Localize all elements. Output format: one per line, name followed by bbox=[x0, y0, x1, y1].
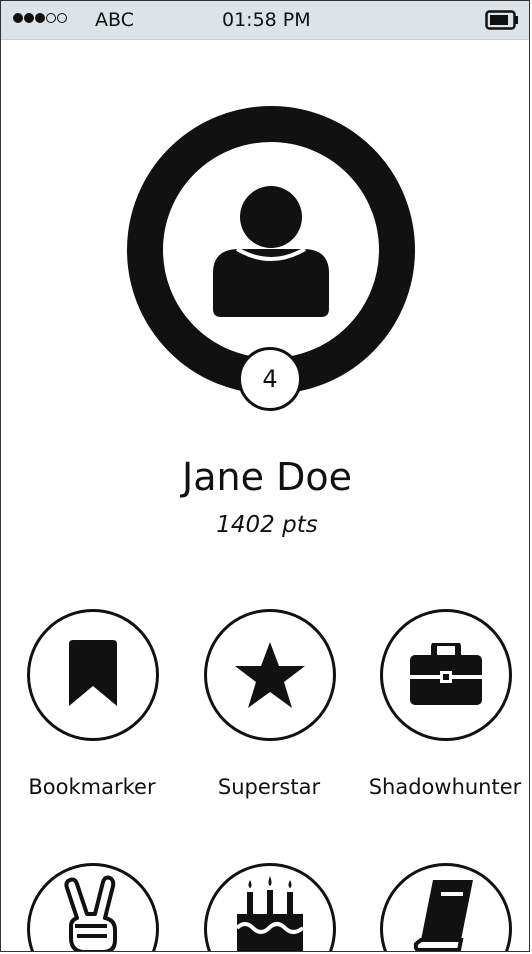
phone-screen: ABC 01:58 PM 4 Jane Doe 1402 pts Bookmar… bbox=[0, 0, 530, 952]
badge-birthday[interactable] bbox=[204, 863, 336, 951]
badge-shadowhunter[interactable] bbox=[380, 609, 512, 741]
level-badge: 4 bbox=[238, 347, 302, 411]
badge-reader[interactable] bbox=[380, 863, 512, 951]
badge-bookmarker[interactable] bbox=[27, 609, 159, 741]
birthday-cake-icon bbox=[235, 876, 305, 951]
user-name: Jane Doe bbox=[182, 455, 352, 499]
badge-label-superstar: Superstar bbox=[217, 775, 321, 799]
badge-superstar[interactable] bbox=[204, 609, 336, 741]
star-icon bbox=[235, 642, 305, 708]
badge-peace[interactable] bbox=[27, 863, 159, 951]
user-icon bbox=[213, 186, 329, 317]
peace-hand-icon bbox=[64, 875, 117, 951]
briefcase-icon bbox=[410, 643, 482, 705]
badge-label-shadowhunter: Shadowhunter bbox=[368, 775, 522, 799]
badge-label-bookmarker: Bookmarker bbox=[28, 775, 156, 799]
user-points: 1402 pts bbox=[216, 512, 318, 538]
profile-avatar[interactable]: 4 bbox=[1, 1, 529, 421]
bookmark-icon bbox=[69, 640, 117, 706]
book-icon bbox=[413, 880, 473, 951]
